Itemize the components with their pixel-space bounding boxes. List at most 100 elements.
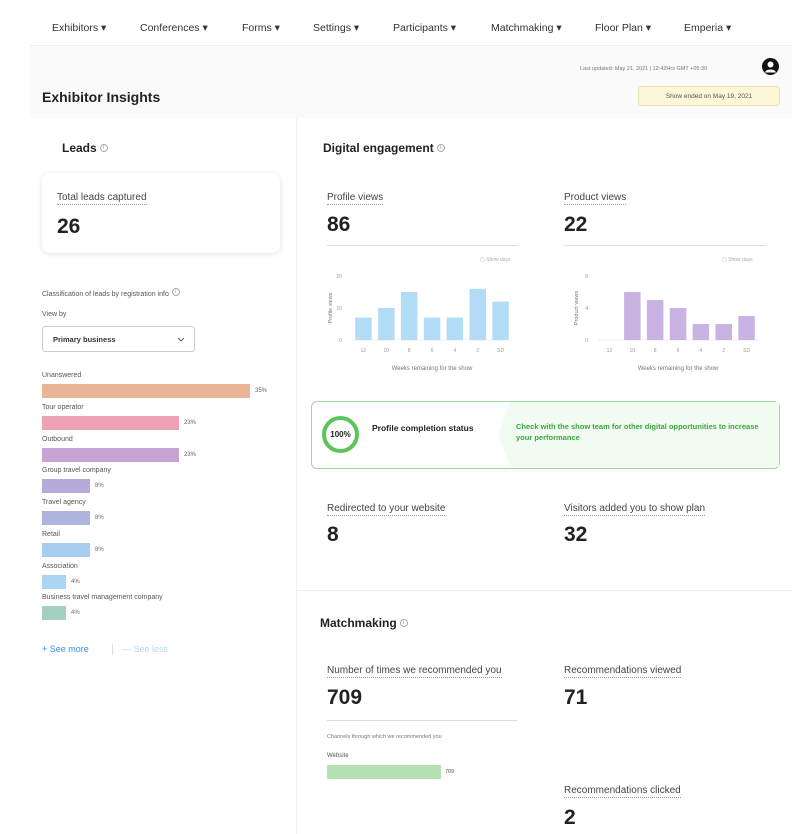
x-tick-label: 6 (677, 348, 680, 354)
info-icon[interactable]: i (399, 618, 408, 627)
view-by-select[interactable]: Primary business (42, 326, 195, 352)
visitors-added-label: Visitors added you to show plan (564, 503, 706, 516)
x-tick-label: 12 (361, 348, 367, 354)
lead-label-retail: Retail (42, 531, 60, 538)
lead-pct-retail: 8% (95, 547, 104, 553)
channel-website-label: Website (327, 753, 349, 759)
y-tick-label: 0 (585, 338, 588, 344)
nav-forms[interactable]: Forms ▾ (242, 22, 280, 34)
lead-label-outbound: Outbound (42, 436, 73, 443)
see-less-link[interactable]: — See less (122, 644, 168, 654)
chart-bar-SD[interactable] (738, 316, 755, 340)
nav-participants[interactable]: Participants ▾ (393, 22, 456, 34)
nav-exhibitors[interactable]: Exhibitors ▾ (52, 22, 106, 34)
product-views-chart: 12 10 8 6 4 2 SD 0 4 8 Product views Weeks remainin… (574, 274, 758, 372)
x-tick-label: 6 (431, 348, 434, 354)
product-views-label: Product views (564, 192, 627, 205)
show-days-toggle-product[interactable]: ▢ Show days (722, 257, 753, 263)
view-by-value: Primary business (53, 334, 116, 344)
recommended-value: 709 (327, 686, 363, 709)
lead-bar-retail (42, 543, 90, 557)
chart-bar-4[interactable] (446, 317, 464, 340)
leads-title-text: Leads (62, 141, 97, 155)
user-icon (765, 61, 776, 73)
lead-bar-group-travel (42, 479, 90, 493)
info-icon[interactable]: i (171, 287, 180, 296)
header-band (30, 46, 792, 118)
column-divider (296, 118, 297, 834)
chart-bar-10[interactable] (378, 308, 395, 340)
nav-emperia[interactable]: Emperia ▾ (684, 22, 731, 34)
chart-bar-2[interactable] (469, 288, 487, 340)
top-nav: Exhibitors ▾ Conferences ▾ Forms ▾ Setti… (30, 10, 792, 46)
nav-matchmaking[interactable]: Matchmaking ▾ (491, 22, 562, 34)
matchmaking-title-text: Matchmaking (320, 616, 397, 630)
chart-bar-12[interactable] (355, 317, 372, 340)
channel-website-value: 709 (445, 769, 455, 775)
redirected-value: 8 (327, 523, 339, 546)
y-axis-title: Profile views (328, 292, 334, 323)
y-tick-label: 10 (336, 306, 342, 312)
chart-bar-6[interactable] (669, 308, 687, 340)
y-tick-label: 0 (339, 338, 342, 344)
channel-website-bar (327, 765, 441, 779)
completion-note: Check with the show team for other digit… (516, 422, 759, 442)
total-leads-label: Total leads captured (57, 192, 147, 205)
lead-pct-travel-agency: 8% (95, 515, 104, 521)
chart-bar-4[interactable] (692, 324, 710, 340)
chart-bar-SD[interactable] (492, 301, 509, 340)
chart-bar-8[interactable] (400, 292, 418, 340)
show-days-toggle-profile[interactable]: ▢ Show days (480, 257, 511, 263)
product-views-divider (564, 245, 766, 246)
completion-label: Profile completion status (372, 423, 474, 433)
section-divider (297, 590, 792, 591)
info-icon[interactable]: i (436, 143, 445, 152)
redirected-label: Redirected to your website (327, 503, 446, 516)
matchmaking-title: Matchmaking i (320, 614, 408, 632)
chart-bar-8[interactable] (646, 300, 664, 340)
page-title: Exhibitor Insights (42, 89, 161, 105)
classification-label-text: Classification of leads by registration … (42, 291, 169, 298)
avatar[interactable] (762, 58, 779, 75)
chart-bar-6[interactable] (423, 317, 441, 340)
y-tick-label: 20 (336, 274, 342, 280)
nav-settings[interactable]: Settings ▾ (313, 22, 359, 34)
nav-conferences[interactable]: Conferences ▾ (140, 22, 208, 34)
chart-bar-2[interactable] (715, 324, 733, 340)
x-axis-title: Weeks remaining for the show (392, 366, 473, 372)
visitors-added-value: 32 (564, 523, 588, 546)
chart-bar-10[interactable] (624, 292, 641, 340)
y-axis-title: Product views (574, 291, 580, 325)
x-tick-label: SD (497, 348, 504, 354)
link-divider (112, 644, 113, 655)
exhibitor-insights-page: Exhibitors ▾ Conferences ▾ Forms ▾ Setti… (0, 0, 792, 834)
recommendations-viewed-label: Recommendations viewed (564, 665, 682, 678)
show-days-text: Show days (728, 257, 753, 263)
recommendations-clicked-label: Recommendations clicked (564, 785, 681, 798)
lead-label-tour-operator: Tour operator (42, 404, 84, 411)
x-tick-label: SD (743, 348, 750, 354)
lead-label-association: Association (42, 563, 78, 570)
lead-label-group-travel: Group travel company (42, 467, 111, 474)
lead-bar-outbound (42, 448, 179, 462)
info-icon[interactable]: i (99, 143, 108, 152)
profile-views-label: Profile views (327, 192, 384, 205)
y-tick-label: 8 (585, 274, 588, 280)
chevron-down-icon (177, 337, 185, 342)
total-leads-value: 26 (57, 215, 81, 238)
leads-title: Leads i (62, 139, 108, 157)
profile-views-chart: 12 10 8 6 4 2 SD 0 10 20 Profile views Weeks remain… (328, 274, 512, 372)
show-days-text: Show days (486, 257, 511, 263)
lead-label-business-travel: Business travel management company (42, 594, 163, 601)
recommended-label: Number of times we recommended you (327, 665, 502, 678)
x-tick-label: 10 (630, 348, 636, 354)
lead-label-travel-agency: Travel agency (42, 499, 86, 506)
nav-floor-plan[interactable]: Floor Plan ▾ (595, 22, 651, 34)
see-more-link[interactable]: + See more (42, 644, 89, 654)
lead-pct-business-travel: 4% (71, 610, 80, 616)
completion-ring: 100% (322, 416, 359, 453)
x-tick-label: 2 (722, 348, 725, 354)
x-tick-label: 8 (408, 348, 411, 354)
classification-label: Classification of leads by registration … (42, 283, 180, 301)
x-tick-label: 10 (384, 348, 390, 354)
